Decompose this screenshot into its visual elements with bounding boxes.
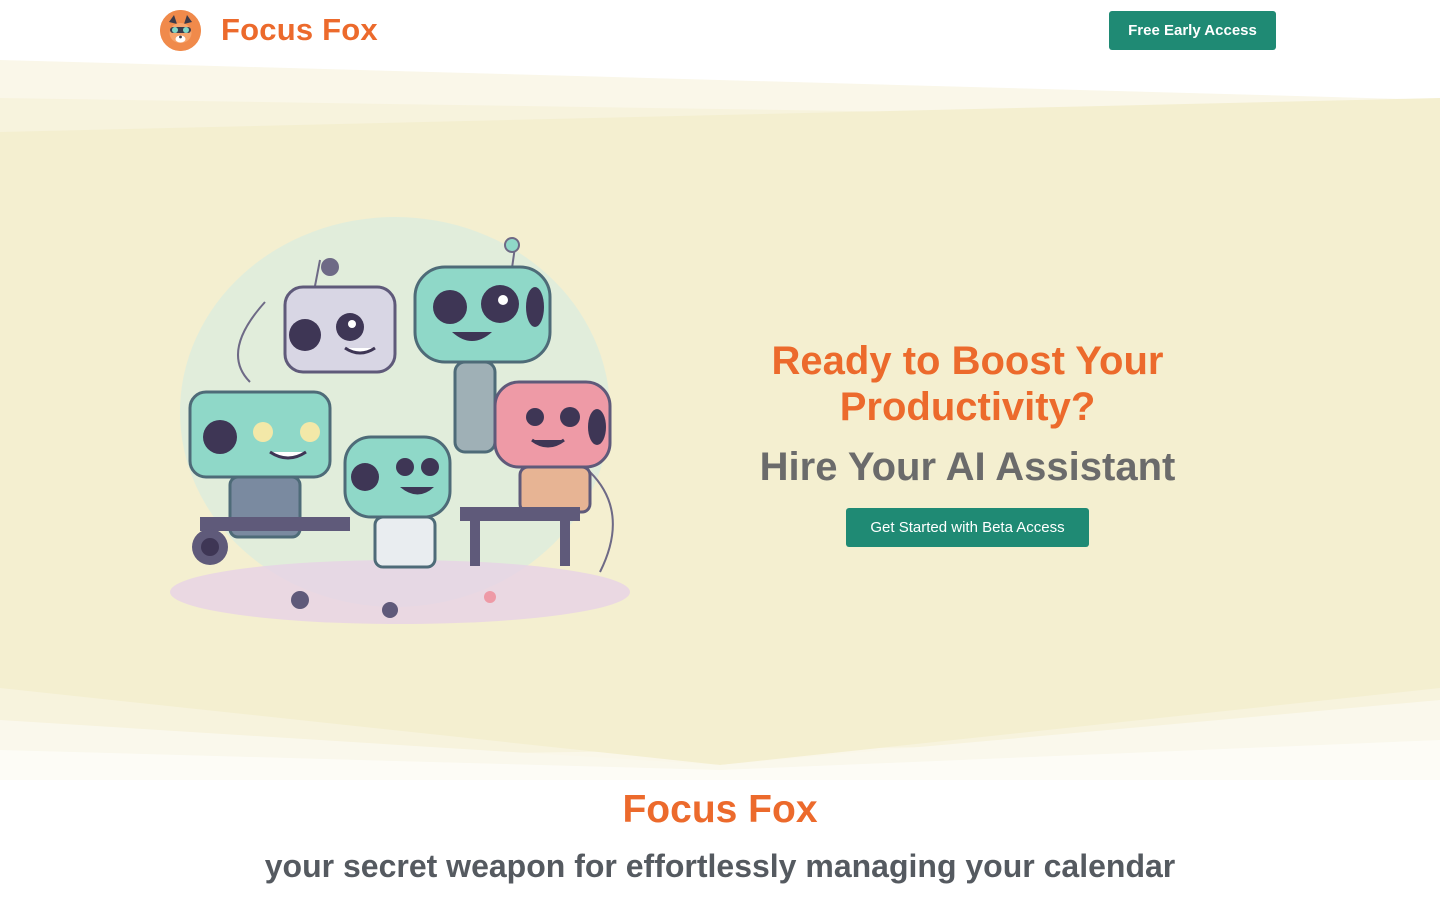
hero-title: Ready to Boost Your Productivity? <box>771 339 1164 429</box>
hero-subtitle: Hire Your AI Assistant <box>759 445 1176 489</box>
section-subtitle: your secret weapon for effortlessly mana… <box>264 848 1176 884</box>
fox-logo-icon[interactable] <box>160 10 201 51</box>
free-early-access-button[interactable]: Free Early Access <box>1109 11 1276 50</box>
hero-content: Ready to Boost Your Productivity? Hire Y… <box>640 338 1295 547</box>
site-header: Focus Fox Free Early Access <box>0 0 1440 60</box>
robots-illustration <box>160 212 630 632</box>
get-started-beta-button[interactable]: Get Started with Beta Access <box>846 508 1089 547</box>
brand-name[interactable]: Focus Fox <box>221 12 378 48</box>
section-title: Focus Fox <box>622 788 818 831</box>
